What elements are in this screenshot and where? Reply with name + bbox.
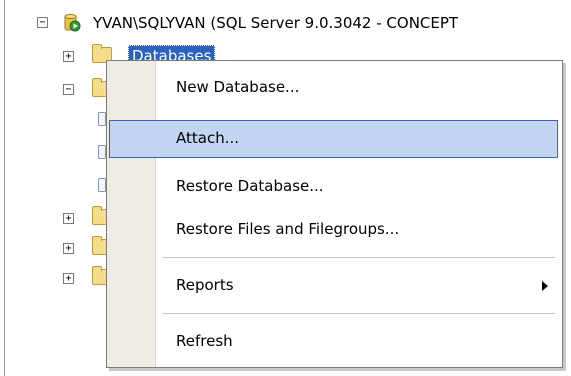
expand-databases-toggle[interactable]: + (63, 51, 74, 62)
menu-separator (163, 257, 555, 258)
menu-item-restore-database[interactable]: Restore Database... (107, 168, 562, 206)
menu-item-label: Restore Database... (176, 177, 324, 195)
node-icon (98, 178, 106, 192)
context-menu: New Database... Attach... Restore Databa… (106, 60, 563, 368)
menu-item-refresh[interactable]: Refresh (107, 323, 562, 361)
menu-item-label: Refresh (176, 332, 233, 350)
menu-item-attach[interactable]: Attach... (107, 120, 562, 158)
panel-border (4, 0, 5, 376)
menu-item-label: New Database... (176, 78, 300, 96)
node-icon (98, 145, 106, 159)
submenu-arrow-icon (542, 281, 548, 291)
expand-node-toggle[interactable]: + (63, 243, 74, 254)
menu-item-label: Attach... (176, 129, 240, 147)
menu-item-reports[interactable]: Reports (107, 267, 562, 305)
sql-server-icon (62, 13, 82, 33)
menu-item-new-database[interactable]: New Database... (107, 69, 562, 107)
menu-item-label: Restore Files and Filegroups... (176, 220, 400, 238)
collapse-server-toggle[interactable]: − (37, 17, 48, 28)
collapse-node-toggle[interactable]: − (63, 84, 74, 95)
menu-item-restore-files-filegroups[interactable]: Restore Files and Filegroups... (107, 211, 562, 249)
expand-node-toggle[interactable]: + (63, 273, 74, 284)
menu-separator (163, 313, 555, 314)
server-node-label[interactable]: YVAN\SQLYVAN (SQL Server 9.0.3042 - CONC… (93, 14, 458, 32)
expand-node-toggle[interactable]: + (63, 213, 74, 224)
node-icon (98, 112, 106, 126)
menu-item-label: Reports (176, 276, 234, 294)
